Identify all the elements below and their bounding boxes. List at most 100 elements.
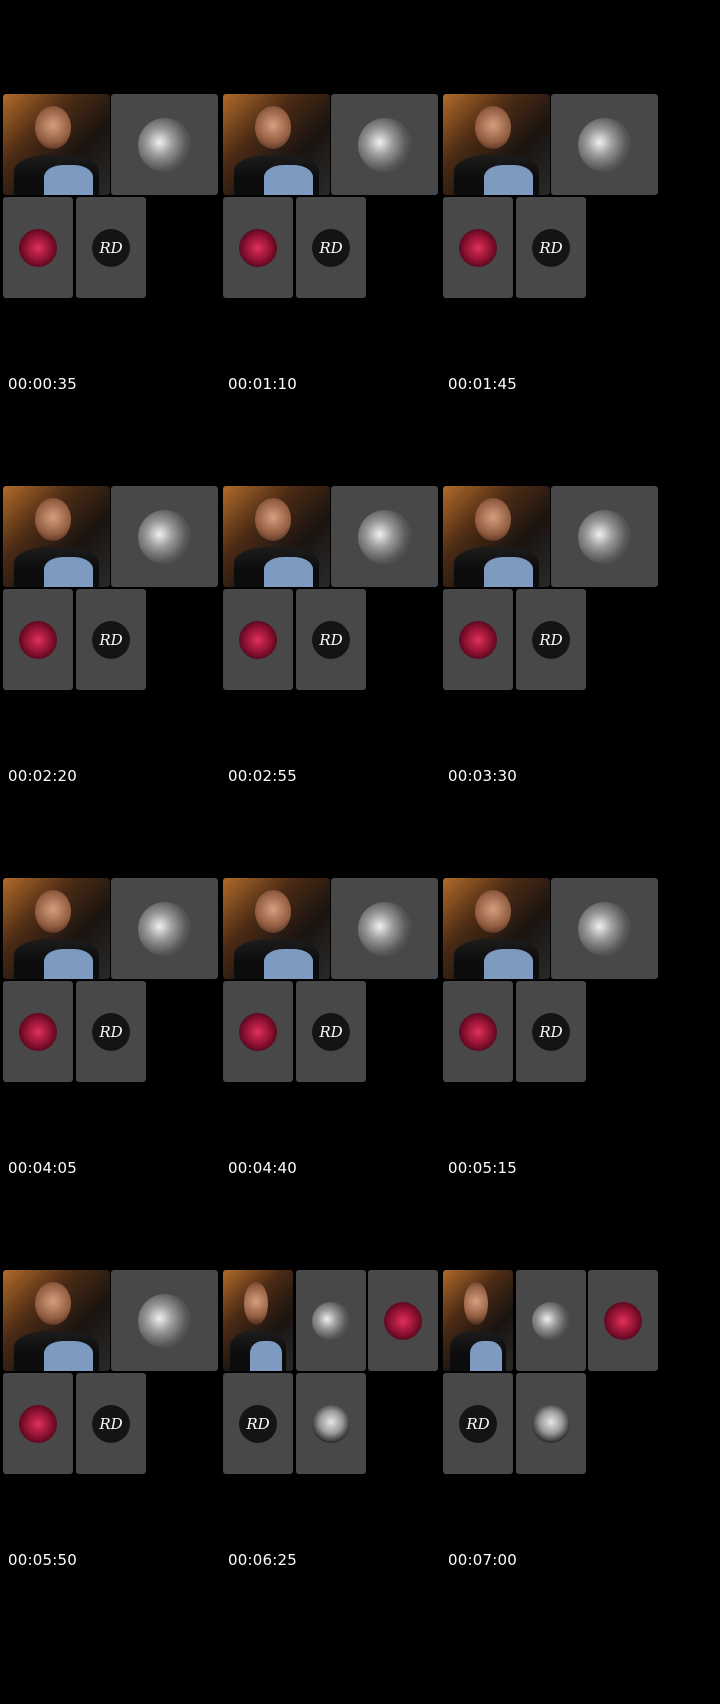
participant-tile xyxy=(331,94,438,195)
participant-tile xyxy=(296,1270,366,1371)
participant-tile: RD xyxy=(443,1373,513,1474)
moon-avatar-icon xyxy=(137,901,192,956)
jeans-shape xyxy=(483,556,533,587)
video-thumbnail[interactable]: RD 00:01:10 xyxy=(223,94,463,520)
moon-avatar-icon xyxy=(137,1293,192,1348)
rd-logo-avatar-icon: RD xyxy=(532,228,570,267)
moon-avatar-icon xyxy=(357,901,412,956)
camera-tile xyxy=(3,1270,110,1371)
camera-tile xyxy=(443,878,550,979)
camera-tile xyxy=(223,878,330,979)
jeans-shape xyxy=(43,556,93,587)
jeans-shape xyxy=(263,948,313,979)
participant-tile xyxy=(443,197,513,298)
participant-tile xyxy=(588,1270,658,1371)
red-logo-avatar-icon xyxy=(19,228,57,267)
rd-logo-avatar-icon: RD xyxy=(239,1404,277,1443)
video-thumbnail[interactable]: RD 00:07:00 xyxy=(443,1270,683,1696)
participant-tile: RD xyxy=(76,197,146,298)
moon-avatar-icon xyxy=(312,1301,350,1340)
video-thumbnail[interactable]: RD 00:01:45 xyxy=(443,94,683,520)
moon-avatar-icon xyxy=(137,117,192,172)
red-logo-avatar-icon xyxy=(239,1012,277,1051)
jeans-shape xyxy=(263,164,313,195)
camera-tile xyxy=(443,1270,513,1371)
moon-avatar-icon xyxy=(577,509,632,564)
moon-avatar-icon xyxy=(357,117,412,172)
rd-logo-avatar-icon: RD xyxy=(459,1404,497,1443)
participant-tile: RD xyxy=(516,589,586,690)
participant-tile xyxy=(551,878,658,979)
participant-tile xyxy=(3,1373,73,1474)
jeans-shape xyxy=(469,1340,502,1371)
jeans-shape xyxy=(483,948,533,979)
moon-avatar-icon xyxy=(532,1301,570,1340)
rd-logo-avatar-icon: RD xyxy=(92,1012,130,1051)
thumbnail-timestamp: 00:02:55 xyxy=(228,767,297,785)
rd-logo-avatar-icon: RD xyxy=(92,228,130,267)
participant-tile: RD xyxy=(76,1373,146,1474)
red-logo-avatar-icon xyxy=(459,1012,497,1051)
rd-logo-avatar-icon: RD xyxy=(92,620,130,659)
jeans-shape xyxy=(43,164,93,195)
participant-tile: RD xyxy=(76,981,146,1082)
camera-tile xyxy=(443,486,550,587)
video-thumbnail[interactable]: RD 00:04:40 xyxy=(223,878,463,1304)
red-logo-avatar-icon xyxy=(459,228,497,267)
rd-logo-avatar-icon: RD xyxy=(312,620,350,659)
moon-avatar-icon xyxy=(137,509,192,564)
thumbnail-timestamp: 00:02:20 xyxy=(8,767,77,785)
camera-tile xyxy=(443,94,550,195)
participant-tile xyxy=(111,878,218,979)
participant-tile xyxy=(223,197,293,298)
thumbnail-timestamp: 00:06:25 xyxy=(228,1551,297,1569)
rd-logo-avatar-icon: RD xyxy=(532,1012,570,1051)
thumbnail-timestamp: 00:05:50 xyxy=(8,1551,77,1569)
rd-logo-avatar-icon: RD xyxy=(532,620,570,659)
thumbnail-timestamp: 00:01:10 xyxy=(228,375,297,393)
mask-avatar-icon xyxy=(532,1404,570,1443)
thumbnail-timestamp: 00:03:30 xyxy=(448,767,517,785)
participant-tile xyxy=(111,94,218,195)
video-thumbnail[interactable]: RD 00:02:55 xyxy=(223,486,463,912)
rd-logo-avatar-icon: RD xyxy=(312,228,350,267)
video-thumbnail[interactable]: RD 00:00:35 xyxy=(3,94,243,520)
camera-tile xyxy=(223,94,330,195)
participant-tile xyxy=(516,1270,586,1371)
red-logo-avatar-icon xyxy=(239,228,277,267)
video-thumbnail[interactable]: RD 00:04:05 xyxy=(3,878,243,1304)
video-thumbnail[interactable]: RD 00:02:20 xyxy=(3,486,243,912)
red-logo-avatar-icon xyxy=(604,1301,642,1340)
camera-tile xyxy=(223,1270,293,1371)
video-thumbnail[interactable]: RD 00:03:30 xyxy=(443,486,683,912)
participant-tile xyxy=(111,1270,218,1371)
thumbnail-timestamp: 00:00:35 xyxy=(8,375,77,393)
participant-tile xyxy=(331,878,438,979)
video-thumbnail[interactable]: RD 00:05:50 xyxy=(3,1270,243,1696)
jeans-shape xyxy=(43,948,93,979)
participant-tile xyxy=(551,486,658,587)
camera-tile xyxy=(3,94,110,195)
participant-tile xyxy=(516,1373,586,1474)
red-logo-avatar-icon xyxy=(19,620,57,659)
participant-tile: RD xyxy=(76,589,146,690)
moon-avatar-icon xyxy=(357,509,412,564)
jeans-shape xyxy=(249,1340,282,1371)
participant-tile xyxy=(3,589,73,690)
participant-tile xyxy=(111,486,218,587)
thumbnail-timestamp: 00:05:15 xyxy=(448,1159,517,1177)
video-thumbnail[interactable]: RD 00:05:15 xyxy=(443,878,683,1304)
participant-tile: RD xyxy=(516,981,586,1082)
camera-tile xyxy=(223,486,330,587)
participant-tile: RD xyxy=(296,197,366,298)
thumbnail-timestamp: 00:04:05 xyxy=(8,1159,77,1177)
red-logo-avatar-icon xyxy=(19,1404,57,1443)
rd-logo-avatar-icon: RD xyxy=(312,1012,350,1051)
participant-tile xyxy=(331,486,438,587)
participant-tile xyxy=(443,981,513,1082)
thumbnail-timestamp: 00:07:00 xyxy=(448,1551,517,1569)
participant-tile xyxy=(3,197,73,298)
video-thumbnail[interactable]: RD 00:06:25 xyxy=(223,1270,463,1696)
participant-tile xyxy=(296,1373,366,1474)
red-logo-avatar-icon xyxy=(19,1012,57,1051)
